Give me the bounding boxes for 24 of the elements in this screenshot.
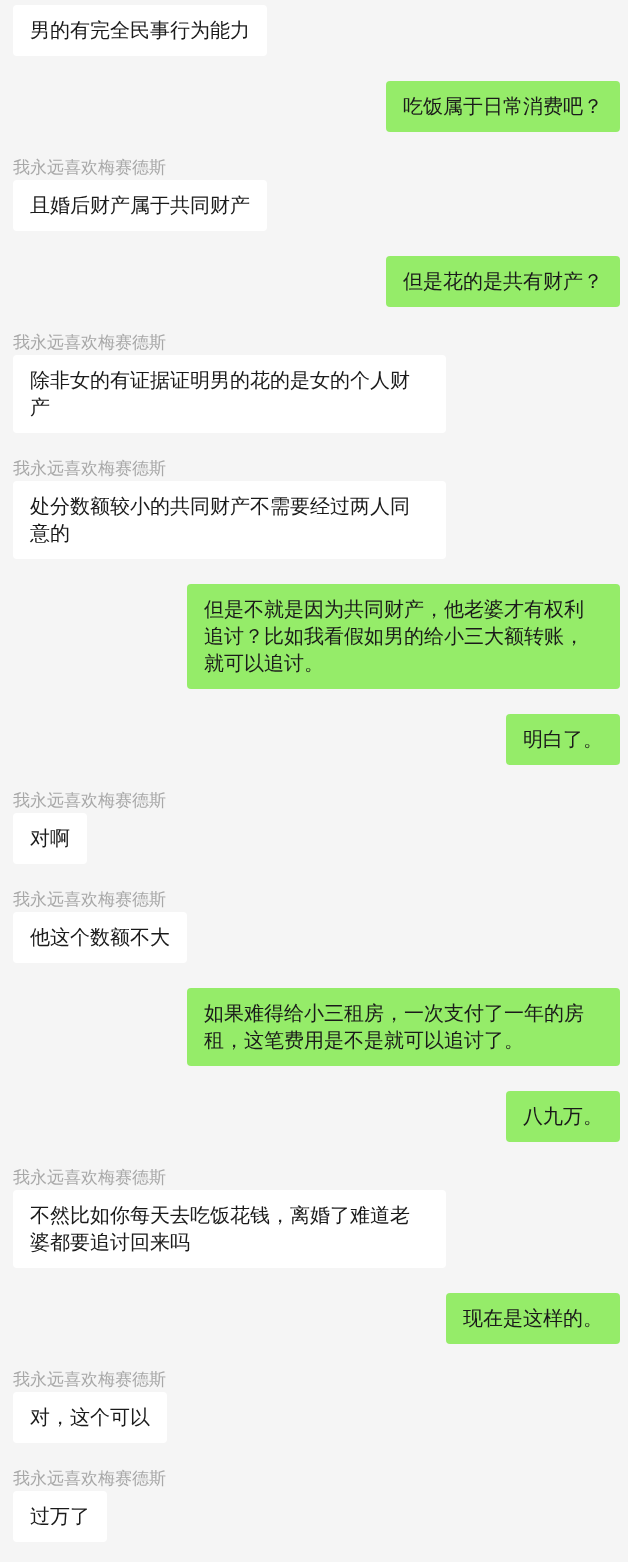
sender-name: 我永远喜欢梅赛德斯 (13, 1468, 166, 1488)
message-bubble: 男的有完全民事行为能力 (13, 5, 267, 56)
message-bubble: 除非女的有证据证明男的花的是女的个人财产 (13, 355, 446, 433)
message-bubble: 明白了。 (506, 714, 620, 765)
message-bubble: 对，这个可以 (13, 1392, 167, 1443)
sender-name: 我永远喜欢梅赛德斯 (13, 1167, 166, 1187)
message-bubble: 但是花的是共有财产？ (386, 256, 620, 307)
message-bubble: 且婚后财产属于共同财产 (13, 180, 267, 231)
message-bubble: 他这个数额不大 (13, 912, 187, 963)
sender-name: 我永远喜欢梅赛德斯 (13, 889, 166, 909)
message-bubble: 八九万。 (506, 1091, 620, 1142)
sender-name: 我永远喜欢梅赛德斯 (13, 157, 166, 177)
message-bubble: 不然比如你每天去吃饭花钱，离婚了难道老婆都要追讨回来吗 (13, 1190, 446, 1268)
message-bubble: 如果难得给小三租房，一次支付了一年的房租，这笔费用是不是就可以追讨了。 (187, 988, 620, 1066)
message-bubble: 对啊 (13, 813, 87, 864)
sender-name: 我永远喜欢梅赛德斯 (13, 332, 166, 352)
message-bubble: 处分数额较小的共同财产不需要经过两人同意的 (13, 481, 446, 559)
sender-name: 我永远喜欢梅赛德斯 (13, 790, 166, 810)
message-bubble: 过万了 (13, 1491, 107, 1542)
message-bubble: 吃饭属于日常消费吧？ (386, 81, 620, 132)
sender-name: 我永远喜欢梅赛德斯 (13, 458, 166, 478)
message-bubble: 但是不就是因为共同财产，他老婆才有权利追讨？比如我看假如男的给小三大额转账，就可以追讨。 (187, 584, 620, 689)
sender-name: 我永远喜欢梅赛德斯 (13, 1369, 166, 1389)
message-bubble: 现在是这样的。 (446, 1293, 620, 1344)
